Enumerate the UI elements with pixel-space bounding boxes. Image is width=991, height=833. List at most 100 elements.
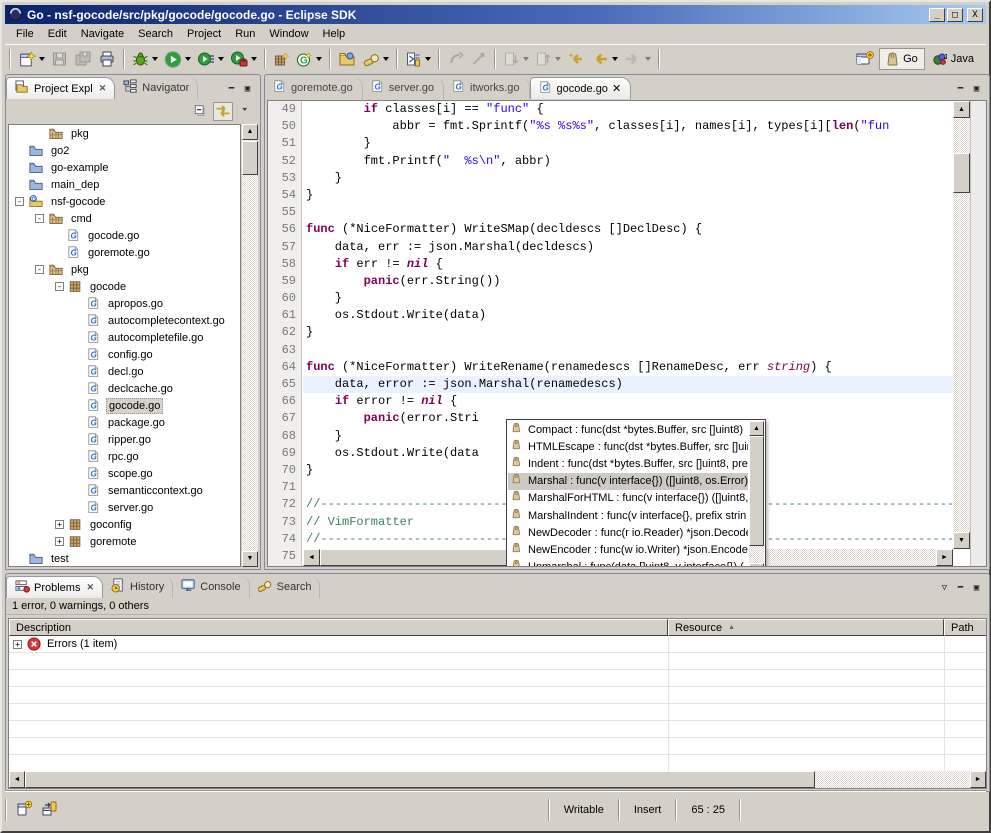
collapse-all-button[interactable]: [190, 102, 210, 121]
minimize-window-button[interactable]: _: [929, 8, 945, 22]
dropdown-arrow-icon[interactable]: [425, 57, 431, 61]
code-line-50[interactable]: abbr = fmt.Sprintf("%s %s%s", classes[i]…: [303, 118, 953, 135]
content-assist-list[interactable]: Compact : func(dst *bytes.Buffer, src []…: [508, 421, 748, 567]
column-header-path[interactable]: Path: [944, 619, 987, 636]
code-line-49[interactable]: if classes[i] == "func" {: [303, 101, 953, 118]
column-header-resource[interactable]: Resource▲: [668, 619, 944, 636]
expand-node-icon[interactable]: +: [55, 537, 64, 546]
editor-scroll-down-button[interactable]: ▼: [953, 532, 970, 549]
problems-table[interactable]: DescriptionResource▲Path +Errors (1 item…: [8, 618, 987, 789]
view-menu-button[interactable]: [236, 102, 256, 121]
code-line-57[interactable]: data, err := json.Marshal(decldescs): [303, 239, 953, 256]
explorer-minimize-button[interactable]: ━: [225, 84, 238, 95]
tab-history[interactable]: History: [103, 576, 173, 598]
editor-tab-goremote-go[interactable]: Ggoremote.go: [265, 77, 363, 99]
tree-item-gocode[interactable]: -gocode: [9, 278, 240, 295]
close-tab-icon[interactable]: ✕: [612, 82, 621, 95]
trim-stack-icon[interactable]: [42, 800, 58, 819]
annotation-button[interactable]: [402, 47, 434, 71]
editor-body[interactable]: 4950515253545556575859606162636465666768…: [267, 100, 987, 567]
completion-proposal-indent[interactable]: Indent : func(dst *bytes.Buffer, src []u…: [508, 455, 748, 472]
problems-maximize-button[interactable]: ▣: [970, 583, 983, 594]
editor-scroll-up-button[interactable]: ▲: [953, 101, 970, 118]
tree-item-config-go[interactable]: Gconfig.go: [9, 346, 240, 363]
code-line-64[interactable]: func (*NiceFormatter) WriteRename(rename…: [303, 359, 953, 376]
debug-button[interactable]: [129, 47, 161, 71]
tree-item-semanticcontext-go[interactable]: Gsemanticcontext.go: [9, 482, 240, 499]
editor-maximize-button[interactable]: ▣: [970, 84, 983, 95]
tab-search[interactable]: Search: [250, 576, 321, 598]
new-wizard-button[interactable]: [15, 47, 48, 71]
collapse-node-icon[interactable]: -: [35, 214, 44, 223]
run-button[interactable]: [161, 47, 194, 71]
menu-navigate[interactable]: Navigate: [74, 25, 131, 43]
completion-proposal-marshal[interactable]: Marshal : func(v interface{}) ([]uint8, …: [508, 473, 748, 490]
tree-scrollbar[interactable]: [242, 124, 258, 567]
tree-item-goremote[interactable]: +goremote: [9, 533, 240, 550]
editor-tab-server-go[interactable]: Gserver.go: [363, 77, 444, 99]
tree-item-goremote-go[interactable]: Ggoremote.go: [9, 244, 240, 261]
editor-scroll-left-button[interactable]: ◄: [303, 549, 320, 566]
search-button[interactable]: [359, 47, 392, 71]
popup-scroll-up-button[interactable]: ▲: [749, 421, 764, 436]
tree-scroll-up-button[interactable]: ▲: [242, 124, 258, 140]
link-with-editor-button[interactable]: [213, 102, 233, 121]
code-line-59[interactable]: panic(err.String()): [303, 273, 953, 290]
tree-item-rpc-go[interactable]: Grpc.go: [9, 448, 240, 465]
tree-item-declcache-go[interactable]: Gdeclcache.go: [9, 380, 240, 397]
tree-item-apropos-go[interactable]: Gapropos.go: [9, 295, 240, 312]
code-line-62[interactable]: }: [303, 324, 953, 341]
close-tab-icon[interactable]: ✕: [99, 83, 107, 94]
dropdown-arrow-icon[interactable]: [383, 57, 389, 61]
completion-proposal-newdecoder[interactable]: NewDecoder : func(r io.Reader) *json.Dec…: [508, 524, 748, 541]
tree-item-server-go[interactable]: Gserver.go: [9, 499, 240, 516]
tab-navigator[interactable]: Navigator: [115, 77, 198, 99]
problems-scroll-right-button[interactable]: ►: [970, 771, 986, 788]
tree-item-gocode-go[interactable]: Ggocode.go: [9, 397, 240, 414]
tree-item-autocompletecontext-go[interactable]: Gautocompletecontext.go: [9, 312, 240, 329]
editor-minimize-button[interactable]: ━: [954, 84, 967, 95]
tree-item-test[interactable]: test: [9, 550, 240, 567]
tree-item-cmd[interactable]: -cmd: [9, 210, 240, 227]
popup-vscrollbar-thumb[interactable]: [749, 436, 764, 546]
expand-node-icon[interactable]: +: [55, 520, 64, 529]
close-window-button[interactable]: X: [967, 8, 983, 22]
problems-minimize-button[interactable]: ━: [954, 583, 967, 594]
tab-project-expl[interactable]: Project Expl✕: [6, 77, 115, 99]
editor-tab-gocode-go[interactable]: Ggocode.go✕: [530, 77, 632, 99]
tree-item-decl-go[interactable]: Gdecl.go: [9, 363, 240, 380]
completion-proposal-marshalindent[interactable]: MarshalIndent : func(v interface{}, pref…: [508, 507, 748, 524]
menu-project[interactable]: Project: [180, 25, 228, 43]
code-line-51[interactable]: }: [303, 135, 953, 152]
tree-scrollbar-thumb[interactable]: [242, 141, 258, 175]
tree-item-gocode-go[interactable]: Ggocode.go: [9, 227, 240, 244]
editor-vscrollbar-thumb[interactable]: [953, 153, 970, 193]
code-line-60[interactable]: }: [303, 290, 953, 307]
code-line-66[interactable]: if error != nil {: [303, 393, 953, 410]
tree-scroll-down-button[interactable]: ▼: [242, 551, 258, 567]
completion-proposal-newencoder[interactable]: NewEncoder : func(w io.Writer) *json.Enc…: [508, 541, 748, 558]
collapse-node-icon[interactable]: -: [55, 282, 64, 291]
print-button[interactable]: [95, 47, 119, 71]
completion-proposal-compact[interactable]: Compact : func(dst *bytes.Buffer, src []…: [508, 421, 748, 438]
popup-scroll-down-button[interactable]: ▼: [749, 563, 764, 567]
dropdown-arrow-icon[interactable]: [39, 57, 45, 61]
tree-item-go2[interactable]: go2: [9, 142, 240, 159]
code-line-65[interactable]: data, error := json.Marshal(renamedescs): [303, 376, 953, 393]
menu-run[interactable]: Run: [228, 25, 262, 43]
dropdown-arrow-icon[interactable]: [251, 57, 257, 61]
collapse-node-icon[interactable]: -: [35, 265, 44, 274]
menu-edit[interactable]: Edit: [41, 25, 74, 43]
tree-item-main-dep[interactable]: main_dep: [9, 176, 240, 193]
perspective-go-button[interactable]: Go: [879, 48, 925, 70]
problems-view-menu-button[interactable]: ▽: [938, 583, 951, 594]
editor-tab-itworks-go[interactable]: Gitworks.go: [444, 77, 530, 99]
problems-hscrollbar-thumb[interactable]: [25, 771, 815, 788]
collapse-node-icon[interactable]: -: [15, 197, 24, 206]
tree-item-autocompletefile-go[interactable]: Gautocompletefile.go: [9, 329, 240, 346]
new-go-package-button[interactable]: [270, 47, 293, 71]
maximize-window-button[interactable]: □: [947, 8, 963, 22]
problems-row-errors[interactable]: +Errors (1 item): [9, 636, 986, 653]
tab-console[interactable]: Console: [173, 576, 249, 598]
code-line-53[interactable]: }: [303, 170, 953, 187]
